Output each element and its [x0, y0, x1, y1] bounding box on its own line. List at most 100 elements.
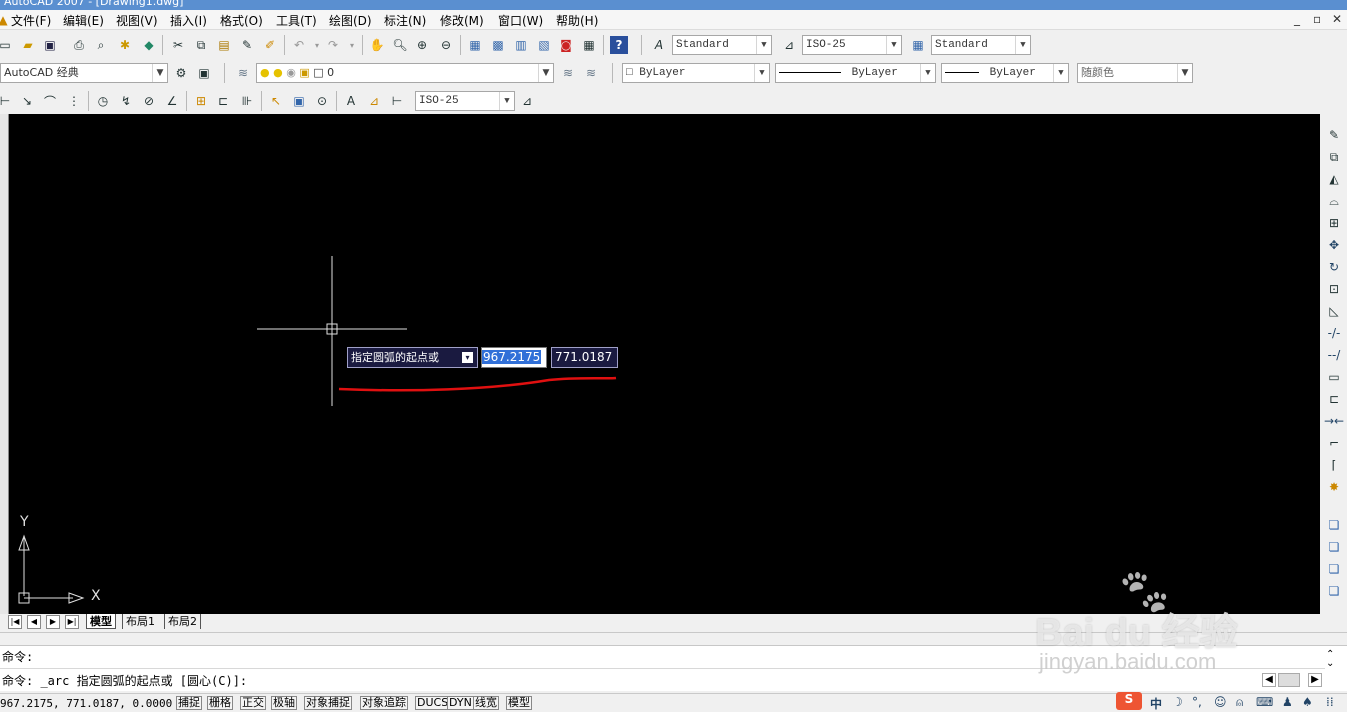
- chamfer-icon[interactable]: ⌐: [1325, 434, 1343, 452]
- tab-layout1[interactable]: 布局1: [122, 614, 158, 629]
- join-icon[interactable]: →←: [1324, 412, 1344, 430]
- next-tab-icon[interactable]: ▶: [46, 615, 60, 629]
- text-style-icon[interactable]: A: [650, 36, 668, 54]
- workspace-select[interactable]: AutoCAD 经典 ▼: [0, 63, 168, 83]
- extend-icon[interactable]: --/: [1325, 346, 1343, 364]
- jogged-dim-icon[interactable]: ↯: [117, 92, 135, 110]
- first-tab-icon[interactable]: |◀: [8, 615, 22, 629]
- pan-icon[interactable]: ✋: [368, 36, 386, 54]
- workspace-save-icon[interactable]: ▣: [195, 64, 213, 82]
- otrack-toggle[interactable]: 对象追踪: [360, 696, 408, 710]
- layer-manager-icon[interactable]: ≋: [234, 64, 252, 82]
- fillet-icon[interactable]: ⌈: [1325, 456, 1343, 474]
- dynamic-input-y[interactable]: 771.0187: [551, 347, 618, 368]
- ortho-toggle[interactable]: 正交: [240, 696, 266, 710]
- help-icon[interactable]: ?: [610, 36, 628, 54]
- dim-style-select-2[interactable]: ISO-25 ▼: [415, 91, 515, 111]
- menu-dimension[interactable]: 标注(N): [384, 12, 426, 29]
- sheet-set-icon[interactable]: ▧: [535, 36, 553, 54]
- hscroll-right-icon[interactable]: ▶: [1308, 673, 1322, 687]
- move-icon[interactable]: ✥: [1325, 236, 1343, 254]
- tab-model[interactable]: 模型: [86, 614, 116, 629]
- cut-icon[interactable]: ✂: [169, 36, 187, 54]
- aligned-dim-icon[interactable]: ↘: [18, 92, 36, 110]
- table-style-icon[interactable]: ▦: [909, 36, 927, 54]
- ime-grid-icon[interactable]: ⁞⁞: [1326, 695, 1334, 709]
- ime-punct-icon[interactable]: °,: [1192, 695, 1202, 709]
- zoom-realtime-icon[interactable]: 🔍︎: [391, 36, 409, 54]
- ime-shirt-icon[interactable]: ♠: [1302, 695, 1313, 709]
- coordinate-readout[interactable]: 967.2175, 771.0187, 0.0000: [0, 697, 172, 710]
- draw-order-above-icon[interactable]: ❏: [1325, 560, 1343, 578]
- redo-icon[interactable]: ↷: [324, 36, 342, 54]
- draw-order-under-icon[interactable]: ❏: [1325, 582, 1343, 600]
- close-button[interactable]: ✕: [1332, 12, 1342, 26]
- snap-toggle[interactable]: 捕捉: [176, 696, 202, 710]
- last-tab-icon[interactable]: ▶|: [65, 615, 79, 629]
- calculator-icon[interactable]: ▦: [580, 36, 598, 54]
- dim-edit-icon[interactable]: A: [342, 92, 360, 110]
- undo-icon[interactable]: ↶: [290, 36, 308, 54]
- command-prompt-line[interactable]: 命令: _arc 指定圆弧的起点或 [圆心(C)]:: [2, 672, 247, 689]
- dim-style-select[interactable]: ISO-25 ▼: [802, 35, 902, 55]
- paste-icon[interactable]: ▤: [215, 36, 233, 54]
- array-icon[interactable]: ⊞: [1325, 214, 1343, 232]
- drawing-canvas[interactable]: Y X: [8, 114, 1320, 614]
- dim-style-icon[interactable]: ⊿: [780, 36, 798, 54]
- minimize-button[interactable]: _: [1294, 12, 1300, 26]
- mirror-icon[interactable]: ◭: [1325, 170, 1343, 188]
- lineweight-toggle[interactable]: 线宽: [473, 696, 499, 710]
- center-mark-icon[interactable]: ⊙: [313, 92, 331, 110]
- ime-keyboard-icon[interactable]: ⌨: [1256, 695, 1273, 709]
- plot-preview-icon[interactable]: ⌕: [92, 36, 110, 54]
- polar-toggle[interactable]: 极轴: [271, 696, 297, 710]
- prev-tab-icon[interactable]: ◀: [27, 615, 41, 629]
- color-select[interactable]: □ ByLayer ▼: [622, 63, 770, 83]
- menu-modify[interactable]: 修改(M): [440, 12, 484, 29]
- explode-icon[interactable]: ✸: [1325, 478, 1343, 496]
- menu-edit[interactable]: 编辑(E): [63, 12, 104, 29]
- draw-order-front-icon[interactable]: ❏: [1325, 516, 1343, 534]
- tolerance-icon[interactable]: ▣: [290, 92, 308, 110]
- plot-style-select[interactable]: 随颜色 ▼: [1077, 63, 1193, 83]
- match-properties-icon[interactable]: ✎: [238, 36, 256, 54]
- dim-style-manager-icon[interactable]: ⊿: [518, 92, 536, 110]
- menu-view[interactable]: 视图(V): [116, 12, 158, 29]
- scroll-down-icon[interactable]: ⌄: [1326, 658, 1334, 669]
- restore-button[interactable]: ▫: [1313, 12, 1321, 26]
- layer-select[interactable]: ● ● ◉ ▣ □ 0 ▼: [256, 63, 554, 83]
- menu-insert[interactable]: 插入(I): [170, 12, 207, 29]
- linetype-select[interactable]: ByLayer ▼: [775, 63, 936, 83]
- zoom-previous-icon[interactable]: ⊖: [437, 36, 455, 54]
- menu-window[interactable]: 窗口(W): [498, 12, 543, 29]
- copy-object-icon[interactable]: ⧉: [1325, 148, 1343, 166]
- redo-dropdown-icon[interactable]: ▾: [343, 36, 361, 54]
- break-at-point-icon[interactable]: ▭: [1325, 368, 1343, 386]
- zoom-window-icon[interactable]: ⊕: [413, 36, 431, 54]
- tool-palettes-icon[interactable]: ▥: [512, 36, 530, 54]
- dyn-toggle[interactable]: DYN: [447, 696, 474, 710]
- leader-icon[interactable]: ↖: [267, 92, 285, 110]
- radius-dim-icon[interactable]: ◷: [94, 92, 112, 110]
- lineweight-select[interactable]: ByLayer ▼: [941, 63, 1069, 83]
- menu-tools[interactable]: 工具(T): [276, 12, 317, 29]
- text-style-select[interactable]: Standard ▼: [672, 35, 772, 55]
- ime-mic-icon[interactable]: ⍝: [1236, 695, 1243, 710]
- dynamic-input-x[interactable]: 967.2175: [481, 347, 547, 368]
- quick-dim-icon[interactable]: ⊞: [192, 92, 210, 110]
- draw-order-back-icon[interactable]: ❏: [1325, 538, 1343, 556]
- publish-icon[interactable]: ✱: [116, 36, 134, 54]
- ime-chinese-icon[interactable]: 中: [1150, 695, 1162, 712]
- baseline-dim-icon[interactable]: ⊏: [214, 92, 232, 110]
- menu-help[interactable]: 帮助(H): [556, 12, 598, 29]
- dim-text-edit-icon[interactable]: ⊿: [365, 92, 383, 110]
- open-icon[interactable]: ▰: [19, 36, 37, 54]
- ducs-toggle[interactable]: DUCS: [415, 696, 451, 710]
- arc-length-icon[interactable]: ⌒: [41, 92, 59, 110]
- make-layer-current-icon[interactable]: ≋: [559, 64, 577, 82]
- continue-dim-icon[interactable]: ⊪: [238, 92, 256, 110]
- ime-user-icon[interactable]: ♟: [1282, 695, 1293, 709]
- save-icon[interactable]: ▣: [41, 36, 59, 54]
- ime-s-icon[interactable]: S: [1116, 692, 1142, 710]
- offset-icon[interactable]: ⌓: [1325, 192, 1343, 210]
